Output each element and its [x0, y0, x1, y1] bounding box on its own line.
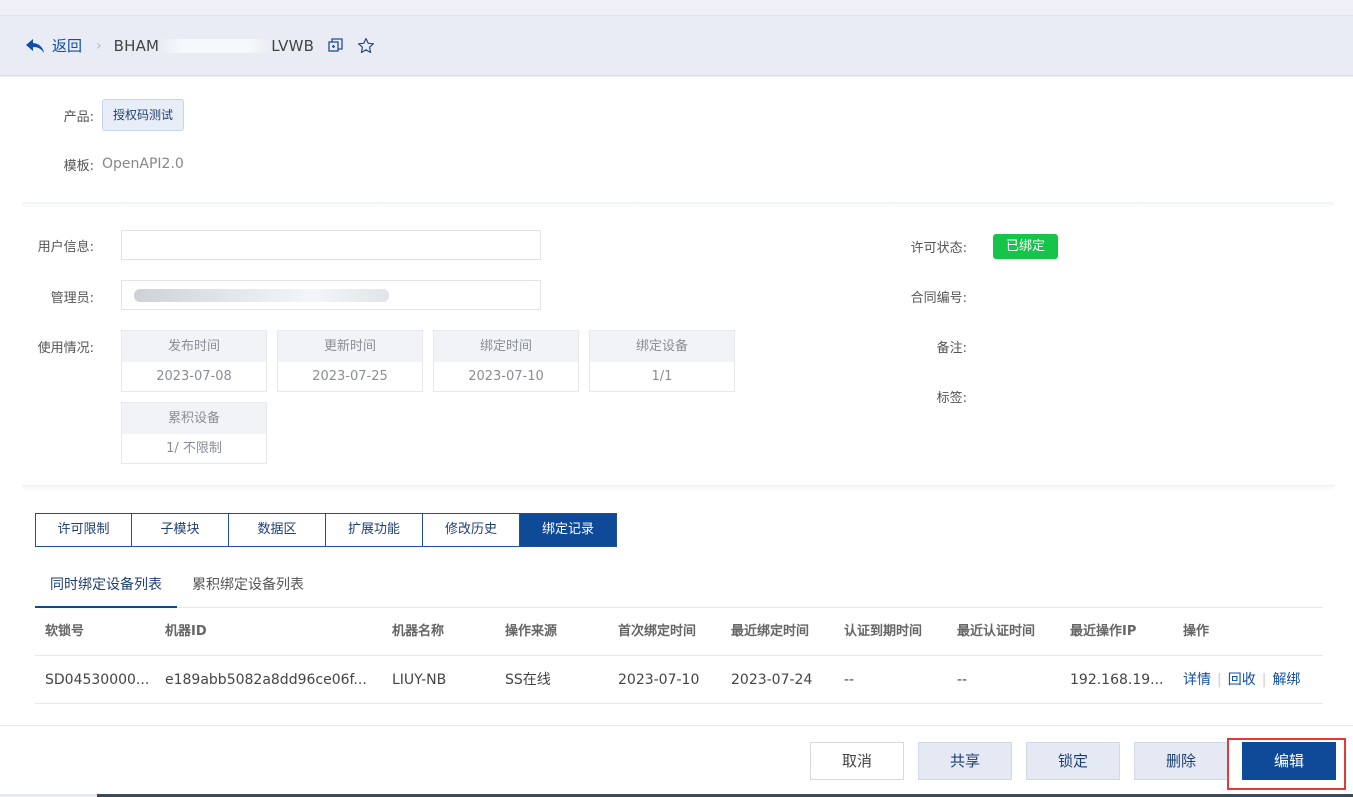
- tab-history[interactable]: 修改历史: [423, 513, 520, 547]
- source-cell: SS在线: [505, 672, 551, 688]
- product-label: 产品:: [63, 109, 94, 125]
- subtab-cumulative-devices[interactable]: 累积绑定设备列表: [177, 568, 319, 608]
- page-title: BHAM LVWB: [114, 37, 314, 55]
- last-ip-cell: 192.168.19...: [1070, 672, 1164, 688]
- last-auth-cell: --: [957, 672, 968, 688]
- status-badge: 已绑定: [993, 233, 1059, 259]
- divider: [22, 202, 1334, 208]
- usage-row: 使用情况:: [22, 336, 102, 356]
- tab-binding-records[interactable]: 绑定记录: [520, 513, 617, 547]
- subtab-concurrent-devices[interactable]: 同时绑定设备列表: [35, 568, 177, 608]
- tab-submodules[interactable]: 子模块: [132, 513, 229, 547]
- footer-bar: 取消 共享 锁定 删除 编辑: [0, 725, 1353, 797]
- admin-row: 管理员:: [22, 286, 102, 306]
- admin-label: 管理员:: [50, 290, 94, 306]
- template-value: OpenAPI2.0: [102, 156, 184, 172]
- column-header: 首次绑定时间: [618, 624, 697, 639]
- lock-button[interactable]: 锁定: [1026, 742, 1120, 780]
- page-header: 返回 › BHAM LVWB: [0, 16, 1353, 76]
- table-header-row: 软锁号 机器ID 机器名称 操作来源 首次绑定时间 最近绑定时间 认证到期时间 …: [35, 608, 1323, 656]
- column-header: 操作: [1183, 624, 1210, 639]
- user-info-row: 用户信息:: [22, 235, 102, 255]
- tab-license-limits[interactable]: 许可限制: [35, 513, 132, 547]
- unbind-link[interactable]: 解绑: [1272, 672, 1300, 688]
- back-arrow-icon: [26, 38, 44, 53]
- usage-stat: 更新时间 2023-07-25: [277, 330, 423, 392]
- contract-row: 合同编号:: [895, 286, 975, 306]
- usage-stat-value: 2023-07-10: [468, 369, 544, 384]
- first-bind-cell: 2023-07-10: [618, 672, 700, 688]
- usage-stat-value: 2023-07-25: [312, 369, 388, 384]
- column-header: 机器ID: [165, 624, 207, 639]
- auth-expire-cell: --: [844, 672, 855, 688]
- separator: |: [1217, 672, 1222, 688]
- tag-row: 标签:: [895, 386, 975, 406]
- template-row: 模板: OpenAPI2.0: [22, 153, 184, 175]
- usage-stat-label: 更新时间: [278, 331, 422, 362]
- highlight-box: [1227, 738, 1346, 790]
- usage-stat-label: 绑定设备: [590, 331, 734, 362]
- machine-id-cell: e189abb5082a8dd96ce06f...: [165, 672, 367, 688]
- share-button[interactable]: 共享: [918, 742, 1012, 780]
- column-header: 软锁号: [45, 624, 85, 639]
- cancel-button[interactable]: 取消: [810, 742, 904, 780]
- usage-stat-value: 2023-07-08: [156, 369, 232, 384]
- usage-stat: 绑定设备 1/1: [589, 330, 735, 392]
- main-content: 产品: 授权码测试 模板: OpenAPI2.0 用户信息: 管理员: 使用情况…: [0, 77, 1353, 725]
- machine-name-cell: LIUY-NB: [392, 672, 447, 688]
- redaction-mask: [159, 38, 272, 53]
- usage-stat: 累积设备 1/ 不限制: [121, 402, 267, 464]
- admin-field[interactable]: [121, 280, 541, 310]
- actions-cell: 详情 | 回收 | 解绑: [1183, 656, 1300, 704]
- usage-stat-label: 累积设备: [122, 403, 266, 434]
- usage-label: 使用情况:: [37, 340, 94, 356]
- back-button[interactable]: 返回: [24, 35, 82, 56]
- detail-link[interactable]: 详情: [1183, 672, 1211, 688]
- remark-row: 备注:: [895, 336, 975, 356]
- divider: [22, 485, 1334, 491]
- redaction-mask: [134, 289, 389, 302]
- usage-stat-label: 绑定时间: [434, 331, 578, 362]
- contract-label: 合同编号:: [910, 290, 967, 306]
- title-right: LVWB: [271, 36, 315, 55]
- sub-tabs: 同时绑定设备列表 累积绑定设备列表: [35, 568, 1323, 608]
- separator: |: [1261, 672, 1267, 688]
- column-header: 操作来源: [505, 624, 558, 639]
- chevron-right-icon: ›: [96, 37, 102, 54]
- usage-stat-label: 发布时间: [122, 331, 266, 362]
- tag-label: 标签:: [936, 390, 967, 406]
- lock-id-cell: SD04530000...: [45, 672, 150, 688]
- detail-tabs: 许可限制 子模块 数据区 扩展功能 修改历史 绑定记录: [35, 513, 617, 547]
- usage-stat-value: 1/1: [651, 369, 673, 384]
- binding-table: 软锁号 机器ID 机器名称 操作来源 首次绑定时间 最近绑定时间 认证到期时间 …: [35, 608, 1323, 704]
- table-row: SD04530000... e189abb5082a8dd96ce06f... …: [35, 656, 1323, 704]
- usage-stat: 发布时间 2023-07-08: [121, 330, 267, 392]
- user-info-field[interactable]: [121, 230, 541, 260]
- tab-extensions[interactable]: 扩展功能: [326, 513, 423, 547]
- column-header: 最近绑定时间: [731, 624, 810, 639]
- column-header: 认证到期时间: [844, 624, 923, 639]
- star-icon[interactable]: [357, 37, 375, 55]
- template-label: 模板:: [63, 158, 94, 174]
- column-header: 机器名称: [392, 624, 445, 639]
- tab-data-area[interactable]: 数据区: [229, 513, 326, 547]
- remark-label: 备注:: [936, 340, 967, 356]
- page: 返回 › BHAM LVWB 产品: 授权码测试 模板: OpenAPI2.0 …: [0, 0, 1353, 797]
- last-bind-cell: 2023-07-24: [731, 672, 813, 688]
- recall-link[interactable]: 回收: [1228, 672, 1256, 688]
- user-info-label: 用户信息:: [37, 239, 94, 255]
- license-status-row: 许可状态: 已绑定: [895, 233, 1059, 259]
- usage-stat: 绑定时间 2023-07-10: [433, 330, 579, 392]
- top-strip: [0, 0, 1353, 16]
- product-tag: 授权码测试: [102, 99, 185, 131]
- license-status-label: 许可状态:: [910, 240, 967, 256]
- product-row: 产品: 授权码测试: [22, 99, 185, 131]
- back-label: 返回: [52, 37, 83, 55]
- column-header: 最近认证时间: [957, 624, 1036, 639]
- delete-button[interactable]: 删除: [1134, 742, 1228, 780]
- title-left: BHAM: [113, 36, 160, 55]
- copy-icon[interactable]: [328, 38, 343, 53]
- usage-stat-value: 1/ 不限制: [166, 441, 222, 456]
- column-header: 最近操作IP: [1070, 624, 1137, 639]
